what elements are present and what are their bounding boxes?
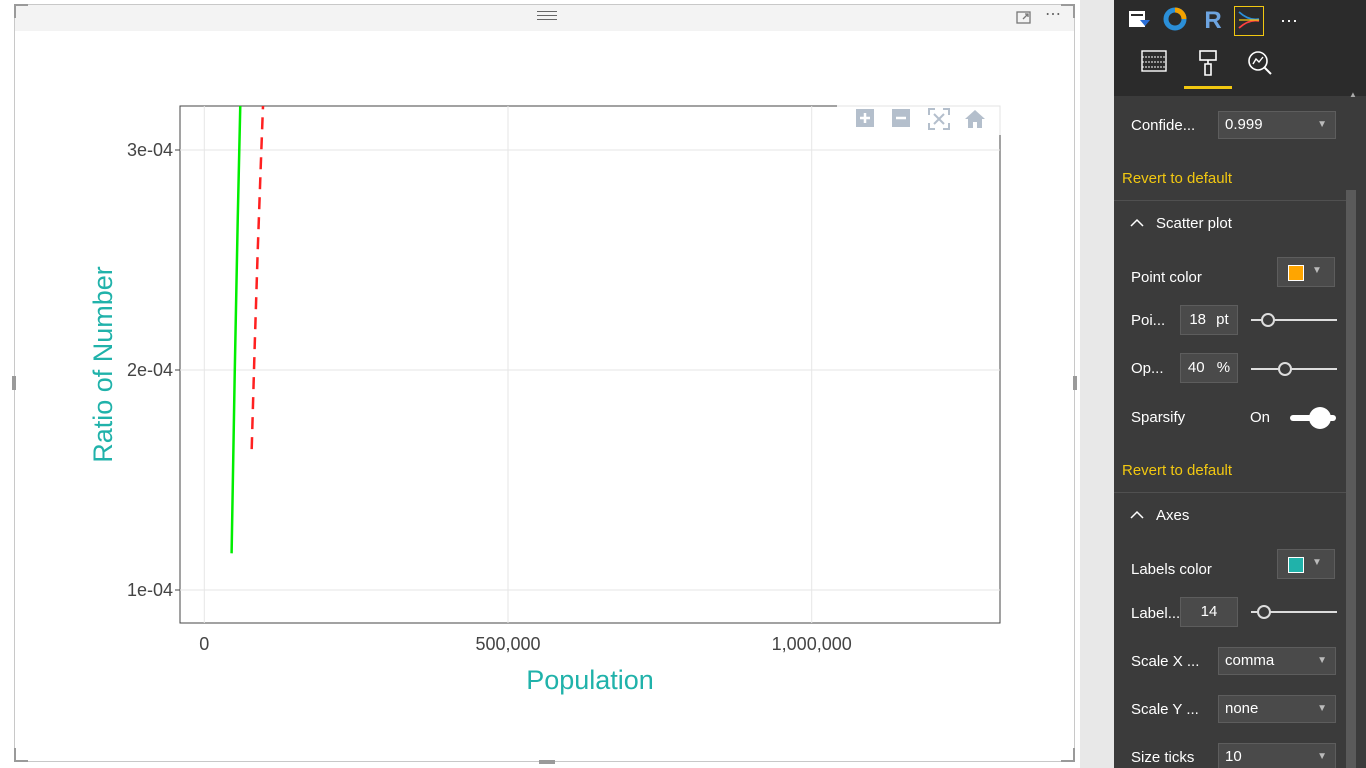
chevron-up-icon bbox=[1130, 507, 1144, 523]
point-size-unit: pt bbox=[1216, 311, 1229, 328]
sparsify-toggle-knob[interactable] bbox=[1309, 407, 1331, 429]
opacity-input[interactable]: 40 % bbox=[1180, 353, 1238, 383]
visualizations-header: R ⋯ bbox=[1114, 0, 1366, 96]
plot-area bbox=[179, 105, 1001, 624]
format-tab-icon[interactable] bbox=[1188, 48, 1228, 84]
labels-color-picker[interactable]: ▼ bbox=[1277, 549, 1335, 579]
resize-handle-bottom[interactable] bbox=[539, 760, 555, 764]
confidence-label: Confide... bbox=[1131, 117, 1196, 134]
size-ticks-label: Size ticks bbox=[1131, 749, 1195, 766]
resize-corner-bottom-right[interactable] bbox=[1061, 748, 1075, 762]
size-ticks-value: 10 bbox=[1225, 748, 1242, 765]
chevron-down-icon: ▼ bbox=[1317, 703, 1327, 714]
autoscale-icon[interactable] bbox=[927, 107, 951, 131]
pane-scrollbar[interactable] bbox=[1346, 190, 1356, 768]
scale-x-dropdown[interactable]: comma ▼ bbox=[1218, 647, 1336, 675]
donut-icon[interactable] bbox=[1160, 6, 1190, 36]
zoom-out-icon[interactable] bbox=[889, 107, 913, 131]
opacity-label: Op... bbox=[1131, 360, 1164, 377]
x-tick-label: 1,000,000 bbox=[772, 634, 852, 654]
format-pane: R ⋯ ▲ Confide... 0.999 ▼ Revert to defau… bbox=[1114, 0, 1366, 768]
reset-axes-home-icon[interactable] bbox=[963, 107, 987, 131]
fields-tab-icon[interactable] bbox=[1134, 48, 1174, 84]
chevron-down-icon: ▼ bbox=[1317, 751, 1327, 762]
chevron-down-icon: ▼ bbox=[1312, 557, 1322, 568]
labels-color-swatch bbox=[1288, 557, 1304, 573]
more-visuals-icon[interactable]: ⋯ bbox=[1274, 6, 1304, 36]
scale-x-value: comma bbox=[1225, 652, 1275, 669]
scatter-plot-section-header[interactable]: Scatter plot bbox=[1114, 200, 1354, 247]
scroll-up-arrow-icon[interactable]: ▲ bbox=[1349, 90, 1357, 99]
chevron-down-icon: ▼ bbox=[1312, 265, 1322, 276]
label-size-slider-thumb[interactable] bbox=[1256, 605, 1271, 619]
visual-container[interactable]: ⋯ 0 500,000 1,000,000 1e-04 2e-04 3e-04 Popula… bbox=[12, 4, 1077, 764]
chevron-down-icon: ▼ bbox=[1317, 119, 1327, 130]
confidence-dropdown[interactable]: 0.999 ▼ bbox=[1218, 111, 1336, 139]
active-tab-indicator bbox=[1184, 86, 1232, 89]
scatter-plot-section-title: Scatter plot bbox=[1156, 215, 1232, 232]
y-tick-label: 3e-04 bbox=[127, 140, 173, 160]
zoom-in-icon[interactable] bbox=[853, 107, 877, 131]
label-size-label: Label... bbox=[1131, 605, 1181, 622]
opacity-unit: % bbox=[1216, 359, 1231, 376]
y-axis-title: Ratio of Number bbox=[88, 266, 118, 463]
label-size-input[interactable]: 14 bbox=[1180, 597, 1238, 627]
axes-section-header[interactable]: Axes bbox=[1114, 492, 1354, 539]
resize-handle-right[interactable] bbox=[1073, 376, 1077, 390]
labels-color-label: Labels color bbox=[1131, 561, 1212, 578]
opacity-slider-thumb[interactable] bbox=[1278, 362, 1293, 376]
sparsify-label: Sparsify bbox=[1131, 409, 1186, 426]
point-color-label: Point color bbox=[1131, 269, 1202, 286]
confidence-value: 0.999 bbox=[1225, 116, 1263, 133]
scale-y-value: none bbox=[1225, 700, 1259, 717]
chevron-down-icon: ▼ bbox=[1317, 655, 1327, 666]
y-tick-label: 1e-04 bbox=[127, 580, 173, 600]
size-ticks-dropdown[interactable]: 10 ▼ bbox=[1218, 743, 1336, 768]
scale-y-label: Scale Y ... bbox=[1131, 701, 1199, 718]
scale-x-label: Scale X ... bbox=[1131, 653, 1200, 670]
resize-corner-top-right[interactable] bbox=[1061, 4, 1075, 18]
point-size-label: Poi... bbox=[1131, 312, 1166, 329]
x-tick-label: 0 bbox=[199, 634, 209, 654]
axes-section-title: Axes bbox=[1156, 507, 1190, 524]
revert-to-default-link[interactable]: Revert to default bbox=[1122, 170, 1232, 187]
point-color-swatch bbox=[1288, 265, 1304, 281]
label-size-value: 14 bbox=[1200, 603, 1218, 620]
slicer-icon[interactable] bbox=[1124, 6, 1154, 36]
funnel-plot-icon[interactable] bbox=[1234, 6, 1264, 36]
canvas-gutter bbox=[1080, 0, 1114, 768]
opacity-value: 40 bbox=[1187, 359, 1205, 376]
point-size-slider-thumb[interactable] bbox=[1261, 313, 1276, 327]
resize-corner-bottom-left[interactable] bbox=[14, 748, 28, 762]
resize-corner-top-left[interactable] bbox=[14, 4, 28, 18]
plot-modebar bbox=[837, 105, 1013, 135]
x-axis-title: Population bbox=[526, 665, 654, 695]
chevron-up-icon bbox=[1130, 215, 1144, 231]
opacity-slider-track[interactable] bbox=[1251, 368, 1337, 370]
r-visual-icon[interactable]: R bbox=[1198, 6, 1228, 36]
scale-y-dropdown[interactable]: none ▼ bbox=[1218, 695, 1336, 723]
sparsify-state: On bbox=[1250, 409, 1271, 426]
analytics-tab-icon[interactable] bbox=[1240, 48, 1280, 84]
point-color-picker[interactable]: ▼ bbox=[1277, 257, 1335, 287]
x-tick-label: 500,000 bbox=[475, 634, 540, 654]
point-size-input[interactable]: 18 pt bbox=[1180, 305, 1238, 335]
point-size-value: 18 bbox=[1189, 311, 1206, 328]
y-tick-label: 2e-04 bbox=[127, 360, 173, 380]
resize-handle-left[interactable] bbox=[12, 376, 16, 390]
revert-to-default-link-2[interactable]: Revert to default bbox=[1122, 462, 1232, 479]
